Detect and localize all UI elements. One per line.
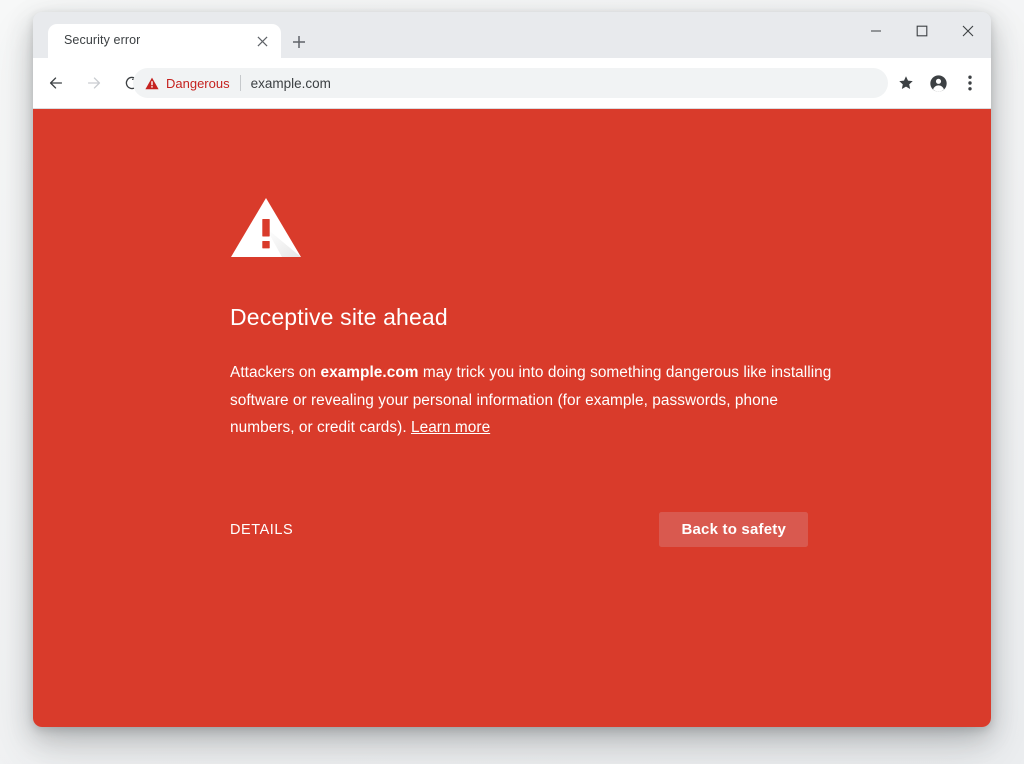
description-domain: example.com <box>320 364 419 381</box>
omnibox-divider <box>239 75 241 91</box>
window-controls <box>853 12 991 58</box>
security-status[interactable]: Dangerous <box>145 76 230 91</box>
forward-button <box>79 68 109 98</box>
back-button[interactable] <box>41 68 71 98</box>
back-to-safety-button[interactable]: Back to safety <box>659 512 808 547</box>
close-icon <box>962 25 974 37</box>
browser-window: Security error Dangerous example.com Dec… <box>33 12 991 727</box>
browser-toolbar: Dangerous example.com <box>33 58 991 109</box>
tab-strip: Security error <box>33 12 991 58</box>
tab-close-icon[interactable] <box>253 32 271 50</box>
maximize-icon <box>916 25 928 37</box>
profile-button[interactable] <box>923 68 953 98</box>
arrow-left-icon <box>49 77 63 89</box>
new-tab-button[interactable] <box>286 29 312 55</box>
star-icon <box>899 76 913 89</box>
omnibox-url: example.com <box>250 75 331 91</box>
window-minimize-button[interactable] <box>853 12 899 50</box>
safe-browsing-interstitial: Deceptive site ahead Attackers on exampl… <box>33 109 991 727</box>
arrow-right-icon <box>87 77 101 89</box>
tab-security-error[interactable]: Security error <box>48 24 281 58</box>
security-status-label: Dangerous <box>166 75 230 91</box>
minimize-icon <box>871 30 881 32</box>
warning-triangle-icon <box>145 77 159 90</box>
three-dot-menu-icon <box>968 75 972 91</box>
desktop-canvas: Security error Dangerous example.com Dec… <box>0 0 1024 764</box>
warning-triangle-icon <box>230 197 302 259</box>
interstitial-description: Attackers on example.com may trick you i… <box>230 359 845 442</box>
interstitial-content: Deceptive site ahead Attackers on exampl… <box>230 197 845 442</box>
plus-icon <box>293 36 305 48</box>
browser-menu-button[interactable] <box>955 68 985 98</box>
window-maximize-button[interactable] <box>899 12 945 50</box>
window-close-button[interactable] <box>945 12 991 50</box>
interstitial-actions: DETAILS Back to safety <box>230 512 808 547</box>
address-bar[interactable]: Dangerous example.com <box>133 68 888 98</box>
page-title: Deceptive site ahead <box>230 304 448 330</box>
bookmark-star-button[interactable] <box>891 68 921 98</box>
toolbar-actions <box>889 68 985 98</box>
learn-more-link[interactable]: Learn more <box>411 419 490 436</box>
tab-title: Security error <box>64 33 141 47</box>
details-button[interactable]: DETAILS <box>230 514 293 546</box>
account-circle-icon <box>929 74 947 92</box>
description-prefix: Attackers on <box>230 364 321 381</box>
